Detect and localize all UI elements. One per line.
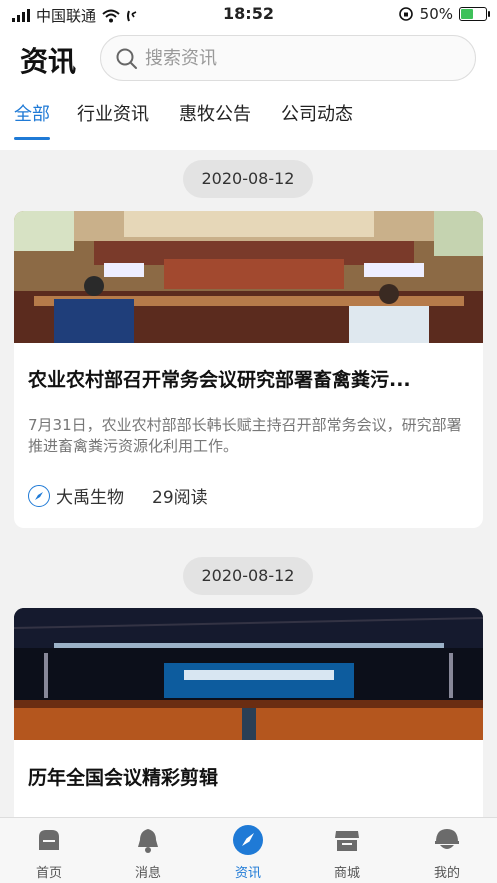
nav-profile[interactable]: 我的	[407, 824, 487, 881]
nav-label: 首页	[35, 866, 62, 881]
nav-store[interactable]: 商城	[307, 824, 387, 881]
nav-label: 商城	[333, 866, 360, 881]
news-card[interactable]: 历年全国会议精彩剪辑	[14, 608, 483, 828]
bell-icon	[132, 824, 164, 856]
date-pill: 2020-08-12	[183, 557, 313, 595]
battery-label: 50%	[419, 5, 453, 23]
nav-news[interactable]: 资讯	[208, 824, 288, 881]
tab-huimu-announcements[interactable]: 惠牧公告	[179, 100, 251, 126]
search-input[interactable]	[145, 36, 455, 80]
page-title: 资讯	[20, 45, 77, 78]
meeting-photo	[14, 211, 483, 343]
bottom-nav: 首页 消息 资讯 商城 我的	[0, 817, 497, 883]
orientation-lock-icon	[398, 7, 413, 21]
tab-bar: 全部 行业资讯 惠牧公告 公司动态	[0, 98, 497, 144]
card-title: 历年全国会议精彩剪辑	[28, 767, 219, 789]
home-icon	[33, 824, 65, 856]
nav-label: 我的	[433, 866, 460, 881]
header: 资讯 全部 行业资讯 惠牧公告 公司动态	[0, 28, 497, 150]
store-icon	[331, 824, 363, 856]
status-right: 50%	[398, 5, 490, 23]
search-icon	[116, 48, 137, 69]
tab-all[interactable]: 全部	[14, 100, 50, 126]
card-description: 7月31日，农业农村部部长韩长赋主持召开部常务会议，研究部署推进畜禽粪污资源化利…	[28, 416, 462, 455]
conference-photo	[14, 608, 483, 740]
compass-icon	[232, 824, 264, 856]
profile-icon	[431, 824, 463, 856]
news-card[interactable]: 农业农村部召开常务会议研究部署畜禽粪污... 7月31日，农业农村部部长韩长赋主…	[14, 211, 483, 528]
source-compass-icon	[28, 484, 50, 507]
nav-home[interactable]: 首页	[9, 824, 89, 881]
search-bar[interactable]	[100, 35, 476, 81]
nav-label: 资讯	[234, 866, 261, 881]
tab-active-indicator	[14, 137, 50, 140]
card-source: 大禹生物	[56, 488, 124, 508]
date-pill: 2020-08-12	[183, 160, 313, 198]
card-title: 农业农村部召开常务会议研究部署畜禽粪污...	[28, 369, 411, 391]
nav-messages[interactable]: 消息	[108, 824, 188, 881]
tab-industry-news[interactable]: 行业资讯	[77, 100, 149, 126]
status-bar: 中国联通 18:52 50%	[0, 0, 497, 28]
battery-icon	[459, 7, 490, 21]
tab-company-news[interactable]: 公司动态	[281, 100, 353, 126]
nav-label: 消息	[134, 866, 161, 881]
card-meta: 大禹生物 29阅读	[28, 483, 208, 508]
card-read-count: 29阅读	[152, 488, 208, 508]
